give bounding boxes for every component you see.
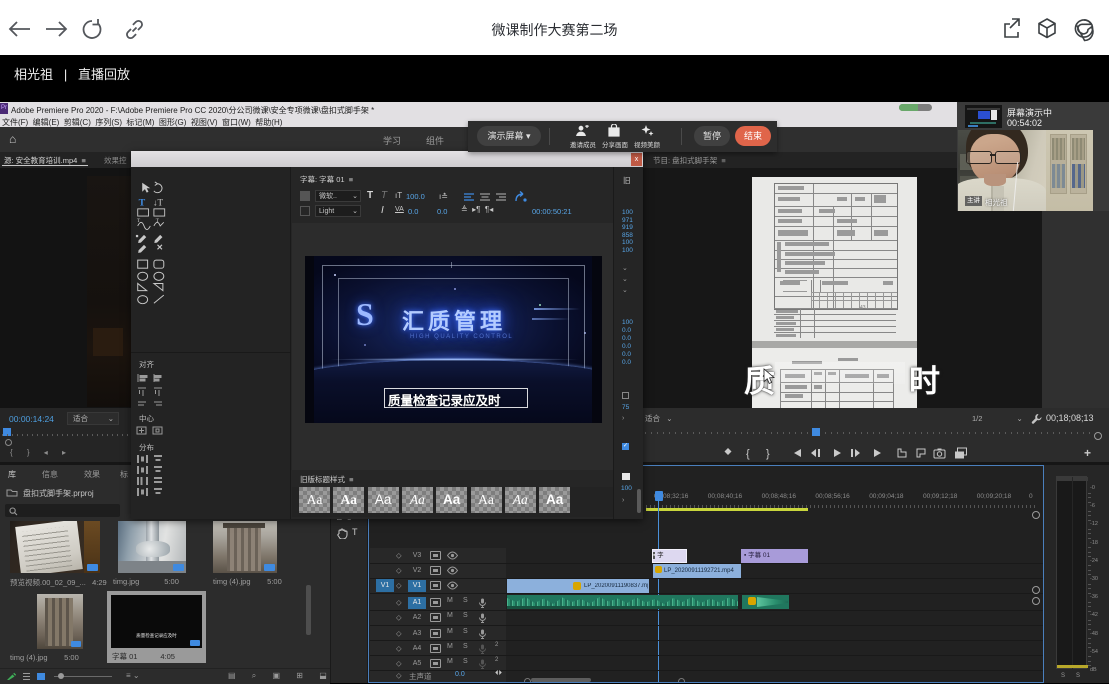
svg-text:{: {: [746, 448, 750, 460]
svg-text:T: T: [139, 197, 146, 208]
svg-text:}: }: [766, 448, 770, 460]
svg-text:↓T: ↓T: [153, 197, 163, 207]
